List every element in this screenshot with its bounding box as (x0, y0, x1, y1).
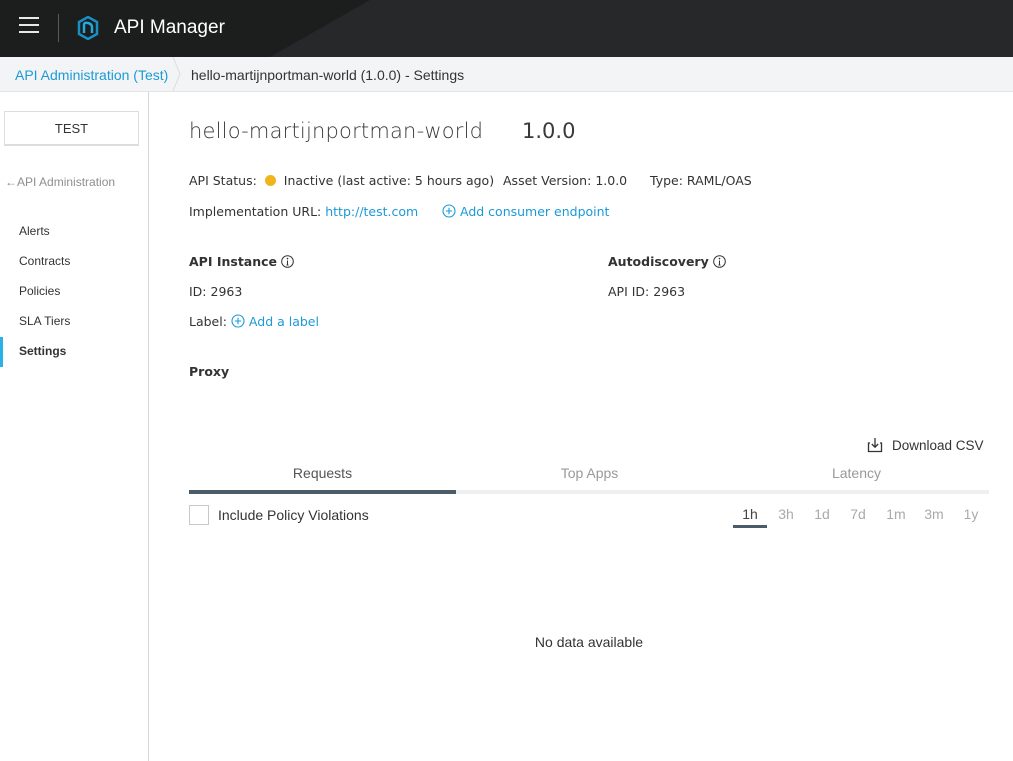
api-instance-heading: API Instance (189, 254, 294, 269)
no-data-message: No data available (534, 634, 644, 650)
range-1d[interactable]: 1d (805, 506, 839, 522)
api-status-label: API Status: (189, 173, 257, 188)
api-version-title: 1.0.0 (522, 119, 576, 143)
range-active-indicator (733, 525, 767, 528)
asset-version: Asset Version: 1.0.0 (503, 173, 627, 188)
include-policy-violations-checkbox[interactable] (189, 505, 209, 525)
header-divider (58, 14, 59, 42)
tab-requests[interactable]: Requests (189, 465, 456, 481)
api-status-value: Inactive (last active: 5 hours ago) (283, 173, 495, 188)
hamburger-menu-icon[interactable] (19, 17, 39, 33)
top-bar: API Manager (0, 0, 1013, 57)
info-icon[interactable] (281, 255, 294, 268)
api-type-value: RAML/OAS (686, 173, 752, 188)
main-content: hello-martijnportman-world 1.0.0 API Sta… (149, 92, 1013, 761)
asset-version-value: 1.0.0 (595, 173, 628, 188)
breadcrumb: API Administration (Test) hello-martijnp… (0, 57, 1013, 92)
autodiscovery-api-id: API ID: 2963 (608, 284, 685, 299)
add-label-text: Add a label (248, 314, 319, 329)
tab-latency[interactable]: Latency (723, 465, 990, 481)
instance-id: ID: 2963 (189, 284, 242, 299)
sidebar-item-settings[interactable]: Settings (19, 344, 66, 358)
breadcrumb-api-administration[interactable]: API Administration (Test) (15, 67, 168, 83)
range-7d[interactable]: 7d (841, 506, 875, 522)
app-logo-icon (77, 16, 99, 40)
add-label-button[interactable]: Add a label (231, 314, 319, 329)
api-type-label: Type: (650, 173, 683, 188)
range-3h[interactable]: 3h (769, 506, 803, 522)
download-csv-label: Download CSV (892, 438, 984, 453)
autodiscovery-heading: Autodiscovery (608, 254, 726, 269)
implementation-url-label: Implementation URL: (189, 204, 322, 219)
sidebar-item-policies[interactable]: Policies (19, 284, 60, 298)
back-to-api-administration-link[interactable]: ←API Administration (5, 175, 115, 189)
instance-label: Label: Add a label (189, 314, 319, 329)
breadcrumb-current-page: hello-martijnportman-world (1.0.0) - Set… (191, 67, 465, 83)
api-type: Type: RAML/OAS (650, 173, 752, 188)
autodiscovery-api-id-label: API ID: (608, 284, 650, 299)
api-name-title: hello-martijnportman-world (189, 119, 484, 143)
range-1y[interactable]: 1y (954, 506, 988, 522)
tab-active-indicator (189, 490, 456, 494)
plus-circle-icon (231, 314, 245, 328)
add-consumer-endpoint-label: Add consumer endpoint (460, 204, 610, 219)
range-3m[interactable]: 3m (917, 506, 951, 522)
info-icon[interactable] (712, 255, 726, 268)
autodiscovery-api-id-value: 2963 (653, 284, 686, 299)
app-title: API Manager (114, 17, 225, 38)
sidebar-active-indicator (0, 337, 3, 367)
download-icon (867, 438, 883, 453)
back-link-label: API Administration (17, 175, 116, 189)
breadcrumb-separator-icon (172, 57, 181, 91)
autodiscovery-title: Autodiscovery (608, 254, 709, 269)
include-policy-violations-label[interactable]: Include Policy Violations (218, 507, 369, 523)
arrow-left-icon: ← (5, 175, 17, 189)
add-consumer-endpoint-button[interactable]: Add consumer endpoint (442, 204, 609, 219)
instance-id-value: 2963 (210, 284, 243, 299)
analytics-tabs: Requests Top Apps Latency (189, 462, 989, 494)
header-shade-diagonal (270, 0, 370, 57)
sidebar-item-contracts[interactable]: Contracts (19, 254, 70, 268)
range-1h[interactable]: 1h (733, 506, 767, 522)
api-status: API Status: Inactive (last active: 5 hou… (189, 173, 494, 188)
plus-circle-icon (442, 204, 456, 218)
asset-version-label: Asset Version: (503, 173, 592, 188)
tab-top-apps[interactable]: Top Apps (456, 465, 723, 481)
environment-button[interactable]: TEST (4, 111, 139, 146)
status-dot-icon (264, 175, 276, 186)
proxy-heading: Proxy (189, 364, 230, 379)
instance-id-label: ID: (189, 284, 207, 299)
implementation-url-link[interactable]: http://test.com (325, 204, 418, 219)
sidebar: TEST ←API Administration Alerts Contract… (0, 92, 149, 761)
sidebar-item-sla-tiers[interactable]: SLA Tiers (19, 314, 70, 328)
download-csv-button[interactable]: Download CSV (867, 437, 984, 453)
api-instance-title: API Instance (189, 254, 278, 269)
range-1m[interactable]: 1m (879, 506, 913, 522)
instance-label-label: Label: (189, 314, 227, 329)
sidebar-item-alerts[interactable]: Alerts (19, 224, 50, 238)
implementation-url: Implementation URL: http://test.com (189, 204, 418, 219)
